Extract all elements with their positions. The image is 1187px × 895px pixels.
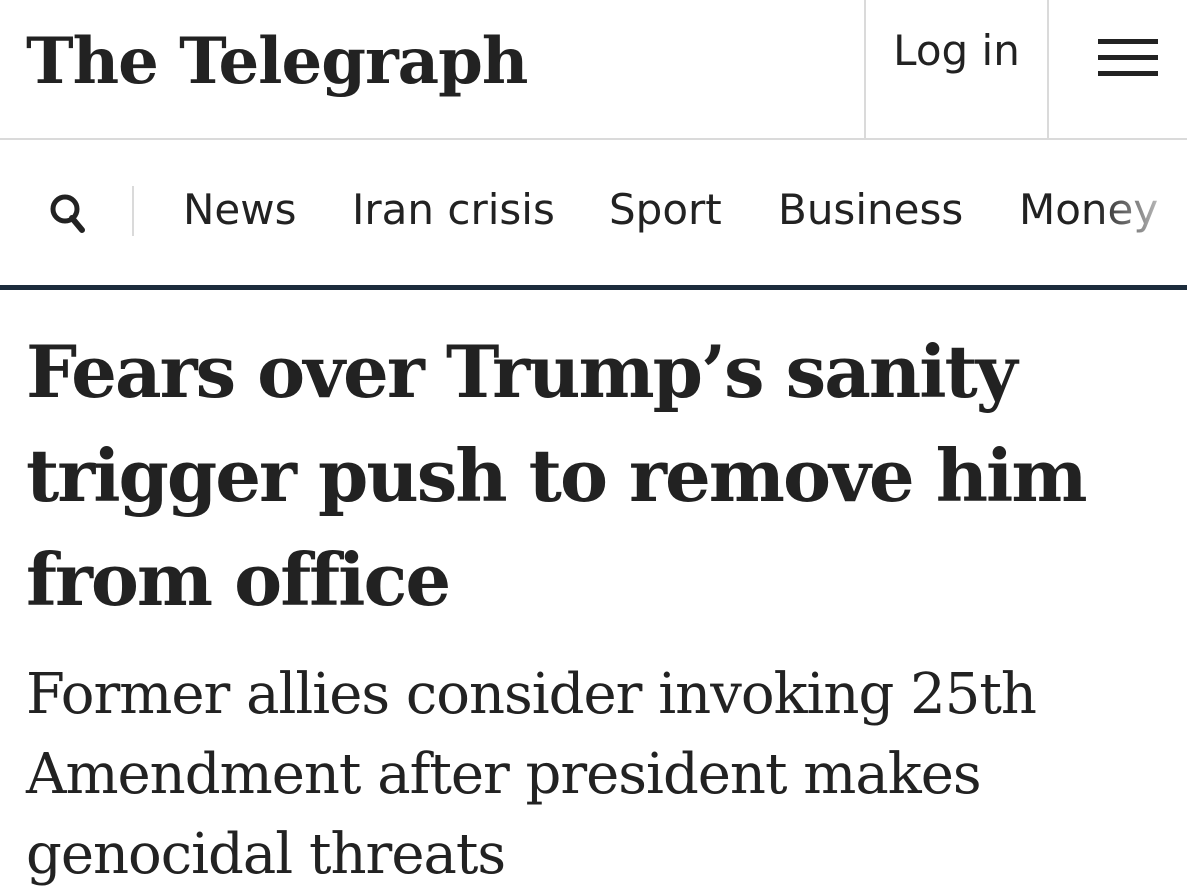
search-icon[interactable] — [48, 192, 88, 234]
login-button[interactable]: Log in — [864, 0, 1049, 138]
nav-item-sport[interactable]: Sport — [609, 180, 722, 240]
nav-item-news[interactable]: News — [183, 180, 297, 240]
article-standfirst: Former allies consider invoking 25th Ame… — [26, 662, 1037, 887]
nav-item-money[interactable]: Money — [1019, 180, 1158, 240]
hamburger-menu-icon[interactable] — [1049, 0, 1187, 138]
section-nav: News Iran crisis Sport Business Money — [0, 140, 1187, 290]
masthead: The Telegraph Log in — [0, 0, 1187, 140]
nav-item-iran-crisis[interactable]: Iran crisis — [352, 180, 555, 240]
menu-line-middle — [1098, 55, 1158, 60]
menu-line-bottom — [1098, 71, 1158, 76]
article-headline[interactable]: Fears over Trump’s sanity trigger push t… — [26, 320, 1176, 632]
nav-item-business[interactable]: Business — [778, 180, 963, 240]
menu-line-top — [1098, 39, 1158, 44]
section-nav-bar: News Iran crisis Sport Business Money — [0, 140, 1187, 285]
nav-divider — [132, 186, 134, 236]
telegraph-logo[interactable]: The Telegraph — [26, 14, 528, 110]
